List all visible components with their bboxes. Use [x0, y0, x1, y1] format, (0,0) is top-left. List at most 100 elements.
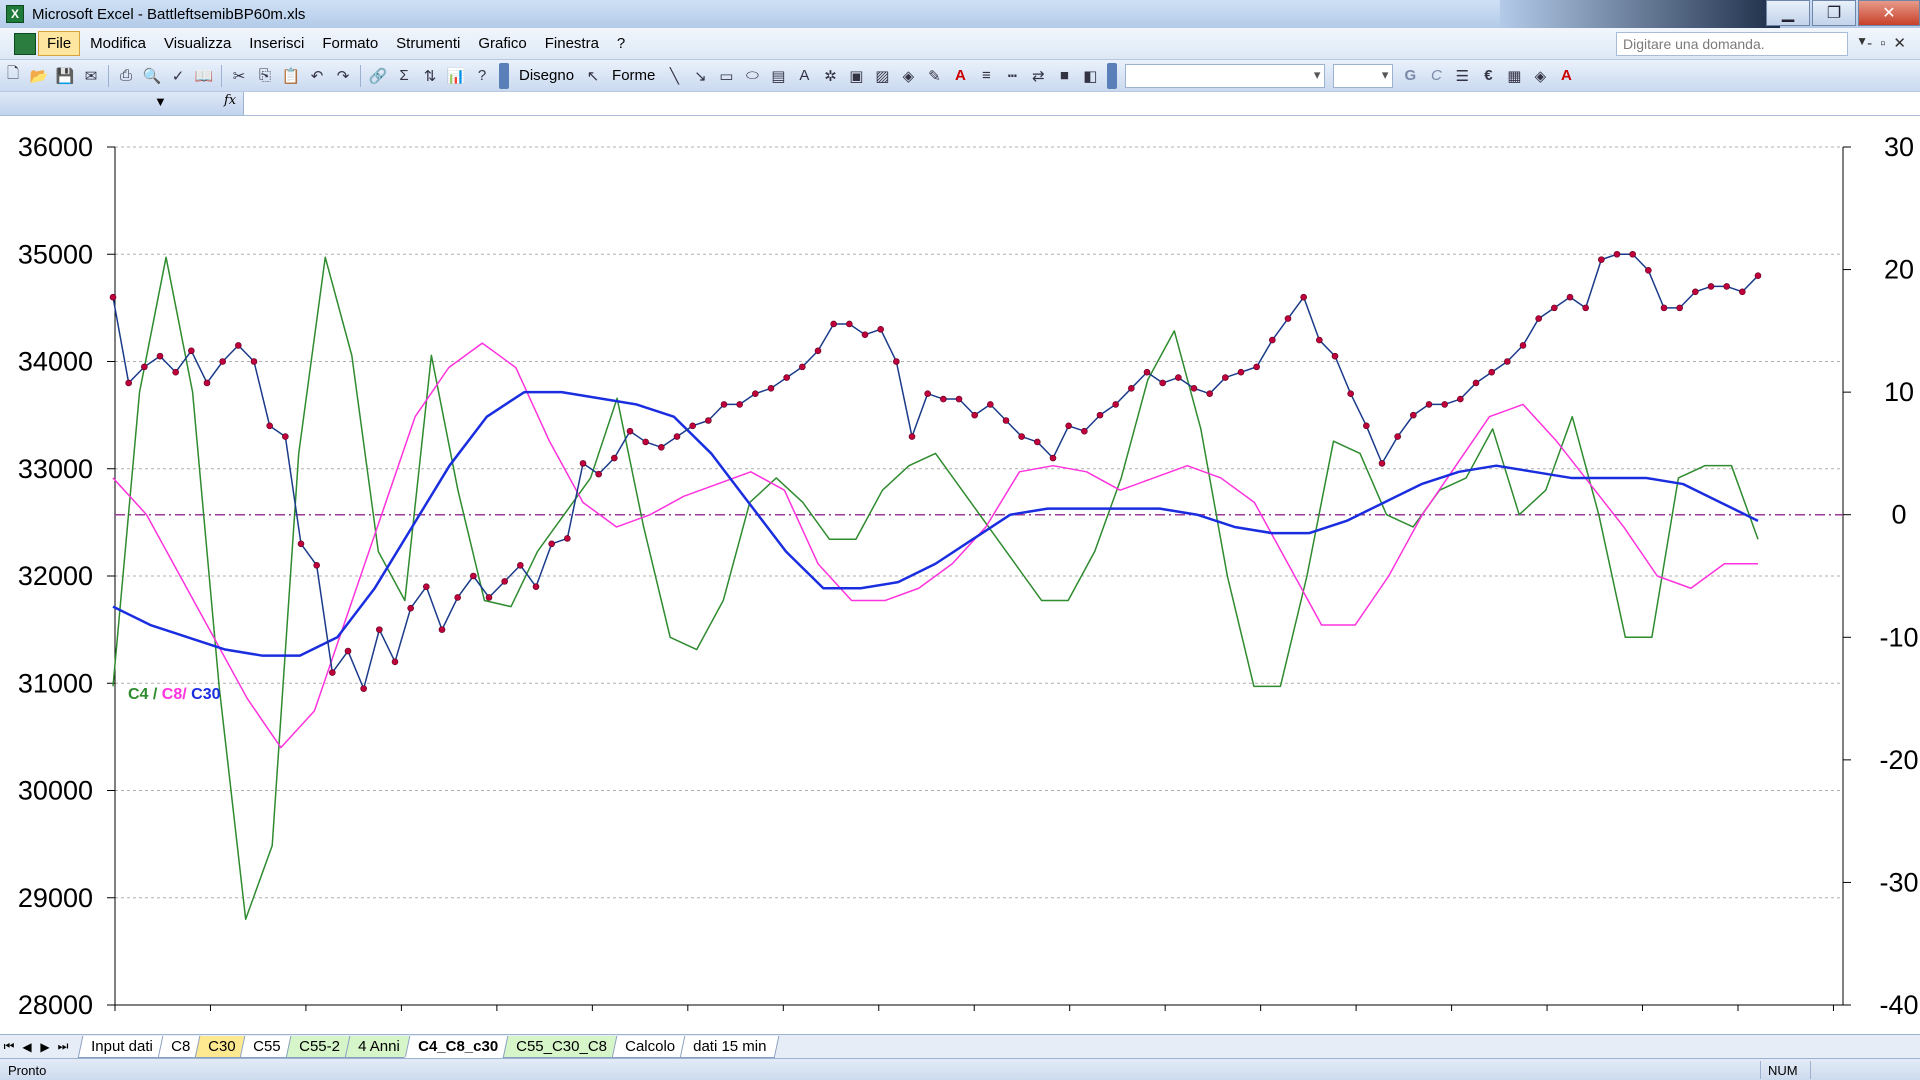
line-chart[interactable]: 28000 29000 30000 31000 32000 33000 34000 35000… [0, 116, 1920, 1034]
select-arrow-icon[interactable]: ↖ [582, 65, 604, 87]
price-point [1551, 304, 1558, 312]
y-left-tick-label: 30000 [18, 776, 93, 806]
save-icon[interactable]: 💾 [54, 65, 76, 87]
document-window-buttons[interactable]: -▫✕ [1867, 34, 1914, 52]
price-point [1300, 293, 1307, 301]
fill-bucket-icon[interactable]: ◈ [1529, 65, 1551, 87]
price-point [156, 352, 164, 360]
rectangle-icon[interactable]: ▭ [715, 65, 737, 87]
spelling-icon[interactable]: ✓ [167, 65, 189, 87]
hyperlink-icon[interactable]: 🔗 [367, 65, 389, 87]
sort-icon[interactable]: ⇅ [419, 65, 441, 87]
sheet-tab[interactable]: C55-2 [285, 1035, 354, 1058]
print-icon[interactable]: ⎙ [115, 65, 137, 87]
sheet-tab[interactable]: Input dati [77, 1035, 167, 1058]
research-icon[interactable]: 📖 [193, 65, 215, 87]
arrow-icon[interactable]: ↘ [689, 65, 711, 87]
new-icon[interactable]: 🗋 [2, 65, 24, 87]
price-point [141, 363, 148, 371]
open-icon[interactable]: 📂 [28, 65, 50, 87]
menu-visualizza[interactable]: Visualizza [156, 32, 239, 55]
oval-icon[interactable]: ⬭ [741, 65, 763, 87]
y-left-tick-label: 35000 [18, 239, 93, 269]
menu-grafico[interactable]: Grafico [470, 32, 534, 55]
sheet-tab[interactable]: Calcolo [611, 1035, 688, 1058]
sheet-tab-label: C4_C8_c30 [417, 1037, 498, 1055]
price-point [548, 540, 555, 548]
series-line-c30 [112, 390, 1759, 657]
excel-app-icon[interactable]: X [6, 5, 24, 23]
picture-icon[interactable]: ▨ [871, 65, 893, 87]
minimize-button[interactable]: ▁ [1766, 0, 1810, 26]
next-sheet-icon[interactable]: ▶ [36, 1040, 54, 1054]
toolbar-grip[interactable] [499, 62, 509, 89]
price-point [1002, 417, 1010, 424]
toolbar-grip-2[interactable] [1107, 62, 1118, 89]
chart-area[interactable]: 28000 29000 30000 31000 32000 33000 34000 35000… [0, 116, 1920, 1034]
line-icon[interactable]: ╲ [663, 65, 685, 87]
first-sheet-icon[interactable]: ⏮ [0, 1039, 18, 1054]
redo-icon[interactable]: ↷ [332, 65, 354, 87]
menu-file[interactable]: File [38, 31, 81, 56]
sheet-tab[interactable]: C4_C8_c30 [404, 1035, 511, 1058]
3d-icon[interactable]: ◧ [1079, 65, 1101, 87]
prev-sheet-icon[interactable]: ◀ [18, 1040, 36, 1054]
price-point [1284, 315, 1292, 322]
borders-icon[interactable]: ▦ [1503, 65, 1525, 87]
euro-button[interactable]: € [1477, 65, 1499, 87]
price-point [1457, 395, 1464, 403]
clipart-icon[interactable]: ▣ [845, 65, 867, 87]
fill-color-icon[interactable]: ◈ [897, 65, 919, 87]
line-color-icon[interactable]: ✎ [923, 65, 945, 87]
textbox-icon[interactable]: ▤ [767, 65, 789, 87]
paste-icon[interactable]: 📋 [280, 65, 302, 87]
last-sheet-icon[interactable]: ⏭ [54, 1039, 72, 1054]
dash-style-icon[interactable]: ┅ [1001, 65, 1023, 87]
italic-button[interactable]: C [1425, 65, 1447, 87]
price-point [407, 604, 414, 612]
align-icon[interactable]: ☰ [1451, 65, 1473, 87]
draw-menu[interactable]: Disegno [519, 67, 574, 84]
chart-wizard-icon[interactable]: 📊 [445, 65, 467, 87]
menu-finestra[interactable]: Finestra [537, 32, 607, 55]
menu-inserisci[interactable]: Inserisci [241, 32, 312, 55]
sheet-tab[interactable]: dati 15 min [679, 1035, 780, 1058]
sheet-tab[interactable]: 4 Anni [344, 1035, 413, 1058]
menu-bar: File Modifica Visualizza Inserisci Forma… [0, 28, 1920, 60]
print-preview-icon[interactable]: 🔍 [141, 65, 163, 87]
sheet-tab[interactable]: C55_C30_C8 [502, 1035, 620, 1058]
close-button[interactable]: ✕ [1858, 0, 1920, 26]
price-point [1660, 304, 1668, 312]
help-icon[interactable]: ? [471, 65, 493, 87]
cut-icon[interactable]: ✂ [228, 65, 250, 87]
shapes-menu[interactable]: Forme [612, 67, 655, 84]
menu-help[interactable]: ? [609, 32, 633, 55]
price-point [188, 347, 195, 355]
ask-question-input[interactable]: Digitare una domanda. [1616, 32, 1848, 56]
chart-legend[interactable]: C4 / C8/ C30 [128, 686, 221, 704]
font-color-icon[interactable]: A [949, 65, 971, 87]
menu-strumenti[interactable]: Strumenti [388, 32, 468, 55]
name-box[interactable]: ▼ fx [0, 92, 244, 115]
document-icon[interactable] [14, 32, 36, 55]
name-box-dropdown-icon[interactable]: ▼ [154, 94, 167, 109]
copy-icon[interactable]: ⎘ [254, 65, 276, 87]
price-point [720, 401, 728, 408]
restore-button[interactable]: ❐ [1812, 0, 1856, 26]
undo-icon[interactable]: ↶ [306, 65, 328, 87]
font-size-select[interactable] [1333, 63, 1394, 88]
line-style-icon[interactable]: ≡ [975, 65, 997, 87]
shadow-icon[interactable]: ■ [1053, 65, 1075, 87]
menu-formato[interactable]: Formato [314, 32, 386, 55]
bold-button[interactable]: G [1399, 65, 1421, 87]
diagram-icon[interactable]: ✲ [819, 65, 841, 87]
autosum-icon[interactable]: Σ [393, 65, 415, 87]
arrow-style-icon[interactable]: ⇄ [1027, 65, 1049, 87]
font-name-select[interactable] [1125, 63, 1326, 88]
insert-function-icon[interactable]: fx [224, 93, 236, 108]
price-point [250, 358, 258, 365]
wordart-icon[interactable]: A [793, 65, 815, 87]
font-color-icon-2[interactable]: A [1555, 65, 1577, 87]
permission-icon[interactable]: ✉ [80, 65, 102, 87]
menu-modifica[interactable]: Modifica [82, 32, 154, 55]
